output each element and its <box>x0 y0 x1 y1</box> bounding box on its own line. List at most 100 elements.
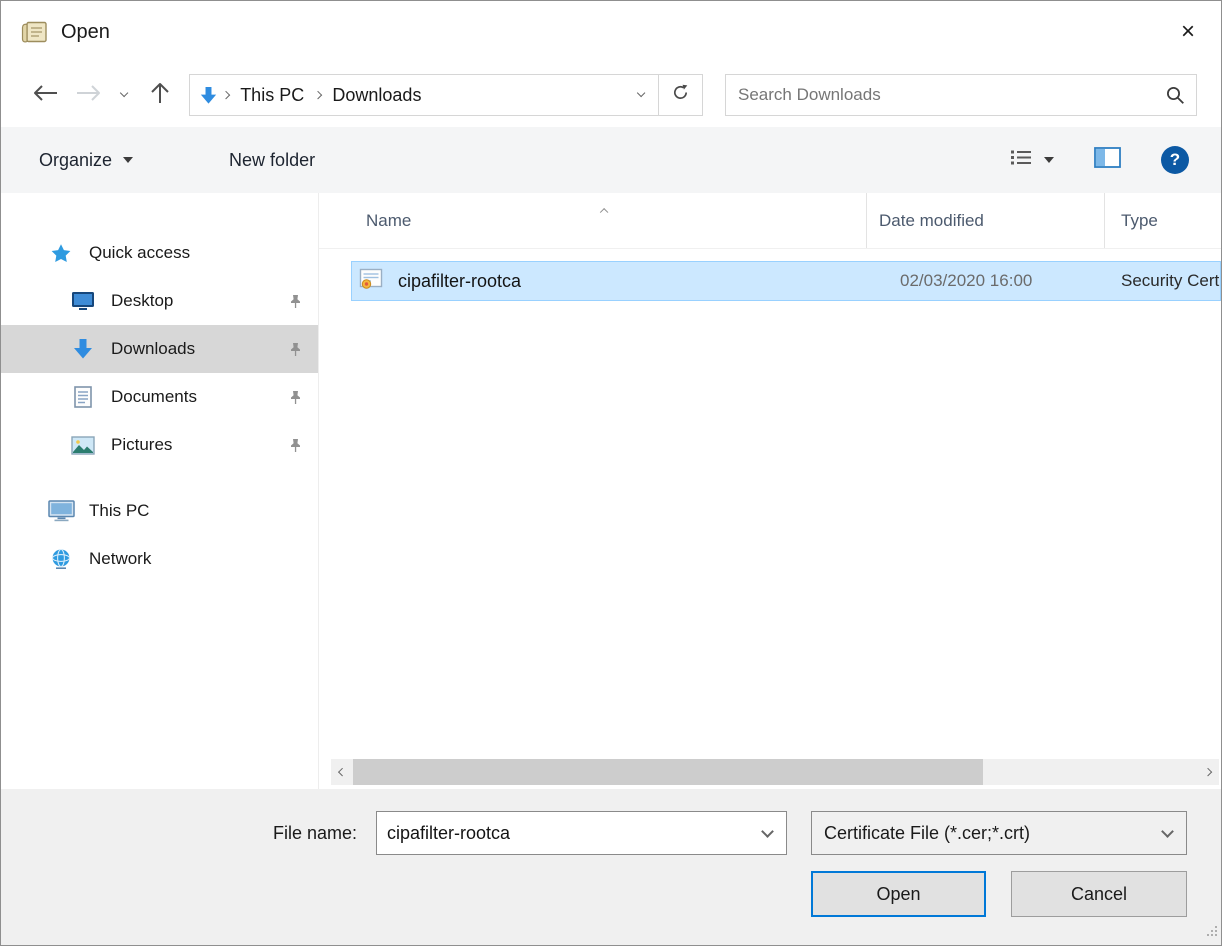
scroll-right-button[interactable] <box>1197 759 1219 785</box>
network-icon <box>47 548 75 570</box>
sidebar-item-label: Pictures <box>111 435 172 455</box>
pin-icon <box>289 294 302 309</box>
cancel-button-label: Cancel <box>1071 884 1127 905</box>
sidebar-item-quick-access[interactable]: Quick access <box>1 229 318 277</box>
breadcrumb-separator-icon <box>221 92 231 98</box>
pictures-icon <box>69 436 97 455</box>
pin-icon <box>289 342 302 357</box>
sidebar-item-label: This PC <box>89 501 149 521</box>
close-icon: × <box>1181 18 1195 46</box>
preview-pane-button[interactable] <box>1094 147 1121 173</box>
search-input[interactable] <box>726 85 1154 105</box>
file-name-combobox <box>376 811 787 855</box>
new-folder-label: New folder <box>229 150 315 171</box>
horizontal-scrollbar[interactable] <box>331 759 1219 785</box>
chevron-right-icon <box>1204 768 1213 777</box>
toolbar-right-group: ? <box>1010 146 1189 174</box>
column-header-type[interactable]: Type <box>1105 193 1221 248</box>
chevron-down-icon <box>1161 825 1174 838</box>
breadcrumb-this-pc[interactable]: This PC <box>231 75 313 115</box>
preview-pane-icon <box>1094 147 1121 173</box>
scrollbar-track[interactable] <box>353 759 1197 785</box>
views-button[interactable] <box>1010 149 1054 171</box>
file-name-dropdown-button[interactable] <box>748 812 786 854</box>
column-header-name[interactable]: Name <box>319 193 867 248</box>
recent-locations-button[interactable] <box>111 75 137 115</box>
address-dropdown-button[interactable] <box>624 75 658 115</box>
open-button[interactable]: Open <box>811 871 986 917</box>
help-button[interactable]: ? <box>1161 146 1189 174</box>
main-area: Quick access Desktop <box>1 193 1221 789</box>
sidebar-item-network[interactable]: Network <box>1 535 318 583</box>
search-icon <box>1154 86 1196 105</box>
up-arrow-icon <box>150 82 170 109</box>
titlebar: Open × <box>1 1 1221 63</box>
open-button-label: Open <box>876 884 920 905</box>
sidebar-item-this-pc[interactable]: This PC <box>1 487 318 535</box>
file-type-value: Certificate File (*.cer;*.crt) <box>812 823 1148 844</box>
sidebar-item-label: Desktop <box>111 291 173 311</box>
file-list-area: Name Date modified Type <box>319 193 1221 789</box>
file-name-text: cipafilter-rootca <box>398 271 521 292</box>
pin-icon <box>289 438 302 453</box>
column-label: Name <box>366 211 411 231</box>
navigation-bar: This PC Downloads <box>1 63 1221 127</box>
scrollbar-thumb[interactable] <box>353 759 983 785</box>
file-name-cell: cipafilter-rootca <box>352 268 867 295</box>
chevron-down-icon <box>637 89 646 98</box>
address-bar[interactable]: This PC Downloads <box>189 74 659 116</box>
file-name-input[interactable] <box>377 823 748 844</box>
breadcrumb-downloads[interactable]: Downloads <box>323 75 430 115</box>
breadcrumb-separator-icon <box>313 92 323 98</box>
back-arrow-icon <box>32 84 58 107</box>
file-type-cell: Security Certificate <box>1105 271 1220 291</box>
up-button[interactable] <box>137 75 183 115</box>
file-name-label: File name: <box>237 811 357 855</box>
open-dialog: Open × <box>0 0 1222 946</box>
chevron-down-icon <box>761 825 774 838</box>
scroll-left-button[interactable] <box>331 759 353 785</box>
chevron-down-icon <box>120 89 129 98</box>
downloads-icon <box>200 86 217 105</box>
column-header-date-modified[interactable]: Date modified <box>867 193 1105 248</box>
quick-access-star-icon <box>47 243 75 264</box>
details-view-icon <box>1010 149 1032 171</box>
cancel-button[interactable]: Cancel <box>1011 871 1187 917</box>
pin-icon <box>289 390 302 405</box>
dialog-footer: File name: Certificate File (*.cer;*.crt… <box>1 789 1221 945</box>
dropdown-arrow-icon <box>1044 157 1054 163</box>
back-button[interactable] <box>23 75 67 115</box>
sidebar-item-desktop[interactable]: Desktop <box>1 277 318 325</box>
help-icon: ? <box>1170 150 1180 170</box>
new-folder-button[interactable]: New folder <box>229 150 315 171</box>
sidebar-item-documents[interactable]: Documents <box>1 373 318 421</box>
refresh-button[interactable] <box>659 74 703 116</box>
sidebar-spacer <box>1 469 318 487</box>
sidebar-item-label: Documents <box>111 387 197 407</box>
window-title: Open <box>61 21 110 44</box>
documents-icon <box>69 386 97 408</box>
file-date-cell: 02/03/2020 16:00 <box>867 271 1105 291</box>
organize-label: Organize <box>39 150 112 171</box>
command-bar: Organize New folder <box>1 127 1221 193</box>
file-type-select[interactable]: Certificate File (*.cer;*.crt) <box>811 811 1187 855</box>
chevron-left-icon <box>338 768 347 777</box>
file-type-dropdown-button[interactable] <box>1148 812 1186 854</box>
refresh-icon <box>672 84 689 106</box>
column-label: Type <box>1121 211 1158 231</box>
downloads-icon <box>69 338 97 360</box>
sidebar-item-label: Network <box>89 549 151 569</box>
organize-button[interactable]: Organize <box>39 150 133 171</box>
this-pc-icon <box>47 500 75 522</box>
sort-ascending-icon <box>601 198 607 218</box>
resize-grip[interactable] <box>1205 924 1218 942</box>
navigation-pane: Quick access Desktop <box>1 193 319 789</box>
forward-button[interactable] <box>67 75 111 115</box>
file-row-cipafilter-rootca[interactable]: cipafilter-rootca 02/03/2020 16:00 Secur… <box>351 261 1221 301</box>
sidebar-item-pictures[interactable]: Pictures <box>1 421 318 469</box>
sidebar-item-downloads[interactable]: Downloads <box>1 325 318 373</box>
column-label: Date modified <box>879 211 984 231</box>
certificate-file-icon <box>359 268 385 295</box>
sidebar-item-label: Downloads <box>111 339 195 359</box>
close-button[interactable]: × <box>1155 1 1221 63</box>
